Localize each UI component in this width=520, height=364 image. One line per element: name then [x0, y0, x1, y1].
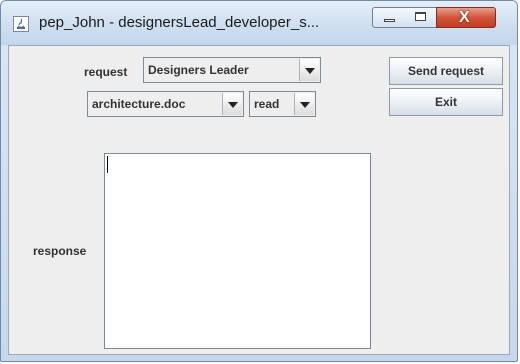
exit-button[interactable]: Exit: [389, 88, 503, 116]
action-value: read: [254, 97, 280, 111]
chevron-down-icon[interactable]: [299, 59, 319, 81]
response-textarea[interactable]: [104, 153, 371, 349]
app-window: pep_John - designersLead_developer_s... …: [0, 0, 518, 362]
minimize-button[interactable]: [372, 7, 406, 28]
window-title: pep_John - designersLead_developer_s...: [39, 14, 320, 31]
document-value: architecture.doc: [92, 97, 186, 111]
maximize-button[interactable]: [405, 7, 437, 28]
request-role-select[interactable]: Designers Leader: [143, 57, 321, 83]
request-label: request: [84, 65, 128, 79]
title-bar[interactable]: pep_John - designersLead_developer_s... …: [1, 1, 517, 45]
response-label: response: [33, 244, 87, 258]
action-select[interactable]: read: [249, 91, 316, 117]
content-panel: request Designers Leader architecture.do…: [8, 45, 510, 355]
text-caret: [107, 156, 108, 173]
close-button[interactable]: X: [436, 7, 496, 28]
chevron-down-icon[interactable]: [222, 93, 242, 115]
java-app-icon[interactable]: [13, 16, 29, 32]
send-request-button[interactable]: Send request: [389, 57, 503, 85]
document-select[interactable]: architecture.doc: [87, 91, 244, 117]
maximize-icon: [415, 12, 426, 21]
minimize-icon: [384, 19, 395, 22]
request-role-value: Designers Leader: [148, 63, 249, 77]
close-icon: X: [459, 9, 470, 26]
chevron-down-icon[interactable]: [294, 93, 314, 115]
